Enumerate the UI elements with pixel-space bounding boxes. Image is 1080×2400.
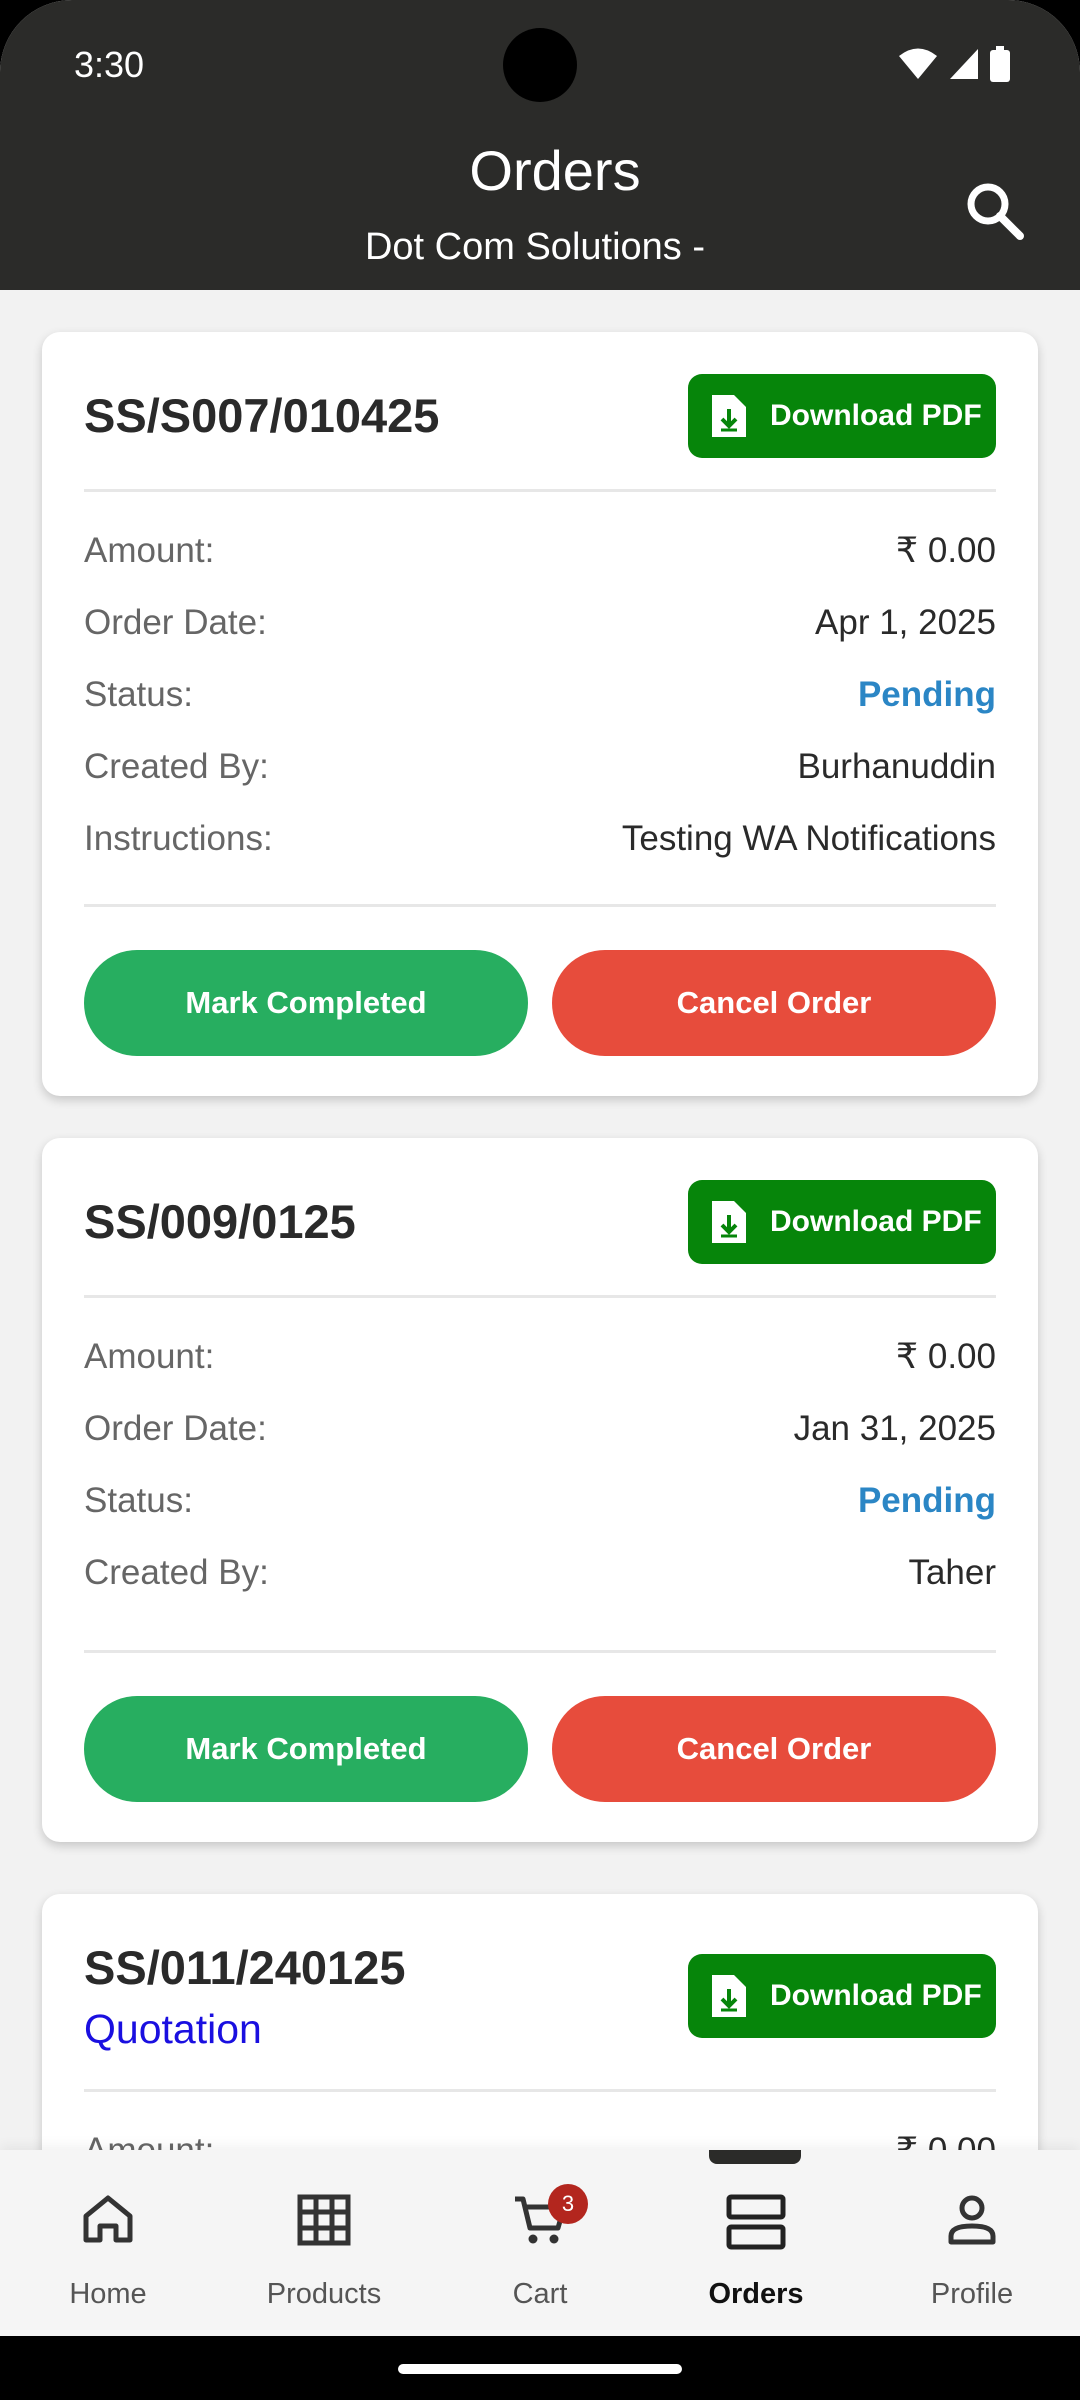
order-date-value: Jan 31, 2025 — [793, 1409, 996, 1448]
search-button[interactable] — [960, 176, 1030, 246]
app-header: 3:30 Orders Dot Com Solutions - — [0, 0, 1080, 290]
amount-value: ₹ 0.00 — [895, 531, 996, 570]
download-pdf-button[interactable]: Download PDF — [688, 1180, 996, 1264]
status-time: 3:30 — [74, 44, 145, 85]
divider — [84, 904, 996, 907]
gesture-navigation-bar[interactable] — [398, 2364, 682, 2374]
nav-profile-label: Profile — [930, 2278, 1014, 2310]
order-date-value: Apr 1, 2025 — [815, 603, 996, 642]
mark-completed-button[interactable]: Mark Completed — [84, 1696, 528, 1802]
order-date-row: Order Date: Apr 1, 2025 — [84, 598, 996, 648]
signal-icon — [950, 49, 978, 79]
nav-products[interactable]: Products — [244, 2194, 404, 2310]
status-value: Pending — [857, 1481, 996, 1520]
nav-profile[interactable]: Profile — [892, 2194, 1052, 2310]
nav-cart-label: Cart — [512, 2278, 568, 2310]
instructions-label: Instructions: — [84, 819, 273, 858]
created-by-value: Taher — [908, 1553, 996, 1592]
divider — [84, 489, 996, 492]
download-pdf-label: Download PDF — [770, 399, 982, 432]
download-pdf-button[interactable]: Download PDF — [688, 1954, 996, 2038]
wifi-icon — [899, 48, 937, 79]
person-icon — [948, 2195, 996, 2245]
nav-products-label: Products — [266, 2278, 382, 2310]
amount-label: Amount: — [84, 1337, 215, 1376]
download-pdf-button[interactable]: Download PDF — [688, 374, 996, 458]
divider — [84, 2089, 996, 2092]
status-row: Status: Pending — [84, 1476, 996, 1526]
order-id: SS/011/240125 — [84, 1941, 406, 1994]
battery-icon — [990, 46, 1010, 82]
cart-count-badge: 3 — [548, 2184, 588, 2224]
nav-orders-label: Orders — [708, 2278, 804, 2310]
cancel-order-button[interactable]: Cancel Order — [552, 1696, 996, 1802]
created-by-label: Created By: — [84, 747, 269, 786]
file-download-icon — [712, 1201, 746, 1243]
page-subtitle: Dot Com Solutions - — [364, 226, 705, 268]
divider — [84, 1295, 996, 1298]
download-pdf-label: Download PDF — [770, 1205, 982, 1238]
mark-completed-button[interactable]: Mark Completed — [84, 950, 528, 1056]
status-row: Status: Pending — [84, 670, 996, 720]
cancel-order-button[interactable]: Cancel Order — [552, 950, 996, 1056]
nav-cart[interactable]: 3 Cart — [460, 2184, 620, 2310]
order-id: SS/009/0125 — [84, 1195, 356, 1248]
orders-icon — [726, 2194, 786, 2250]
amount-value: ₹ 0.00 — [896, 2131, 996, 2150]
order-date-label: Order Date: — [84, 603, 267, 642]
nav-orders[interactable]: Orders — [676, 2194, 836, 2310]
amount-label: Amount: — [84, 2131, 214, 2150]
app-screen: 3:30 Orders Dot Com Solutions - SS/S007/… — [0, 0, 1080, 2336]
order-date-row: Order Date: Jan 31, 2025 — [84, 1404, 996, 1454]
amount-label: Amount: — [84, 531, 215, 570]
status-icons — [898, 46, 1010, 82]
page-title: Orders — [469, 139, 641, 202]
nav-home[interactable]: Home — [28, 2194, 188, 2310]
divider — [84, 1650, 996, 1653]
order-date-label: Order Date: — [84, 1409, 267, 1448]
home-icon — [83, 2195, 133, 2243]
status-label: Status: — [84, 1481, 193, 1520]
instructions-value: Testing WA Notifications — [621, 819, 996, 858]
order-card: SS/S007/010425 Download PDF Amount: ₹ 0.… — [42, 332, 1038, 1096]
created-by-label: Created By: — [84, 1553, 269, 1592]
created-by-row: Created By: Burhanuddin — [84, 742, 996, 792]
order-id: SS/S007/010425 — [84, 389, 440, 442]
created-by-row: Created By: Taher — [84, 1548, 996, 1598]
order-card: SS/011/240125 Quotation Download PDF Amo… — [42, 1894, 1038, 2150]
file-download-icon — [712, 1975, 746, 2017]
status-value: Pending — [857, 675, 996, 714]
amount-row: Amount: ₹ 0.00 — [84, 526, 996, 576]
amount-row: Amount: ₹ 0.00 — [84, 2126, 996, 2150]
search-icon — [967, 183, 1024, 240]
bottom-navigation: Home Products 3 Cart Orders Profile — [0, 2150, 1080, 2336]
file-download-icon — [712, 395, 746, 437]
orders-list[interactable]: SS/S007/010425 Download PDF Amount: ₹ 0.… — [0, 290, 1080, 2150]
instructions-row: Instructions: Testing WA Notifications — [84, 814, 996, 864]
status-label: Status: — [84, 675, 193, 714]
nav-home-label: Home — [69, 2278, 147, 2310]
amount-row: Amount: ₹ 0.00 — [84, 1332, 996, 1382]
amount-value: ₹ 0.00 — [895, 1337, 996, 1376]
order-card: SS/009/0125 Download PDF Amount: ₹ 0.00 … — [42, 1138, 1038, 1842]
download-pdf-label: Download PDF — [770, 1979, 982, 2012]
grid-icon — [297, 2194, 351, 2246]
created-by-value: Burhanuddin — [797, 747, 997, 786]
nav-scroll-indicator — [709, 2150, 801, 2164]
order-type-label: Quotation — [84, 2006, 262, 2052]
camera-cutout — [503, 28, 577, 102]
